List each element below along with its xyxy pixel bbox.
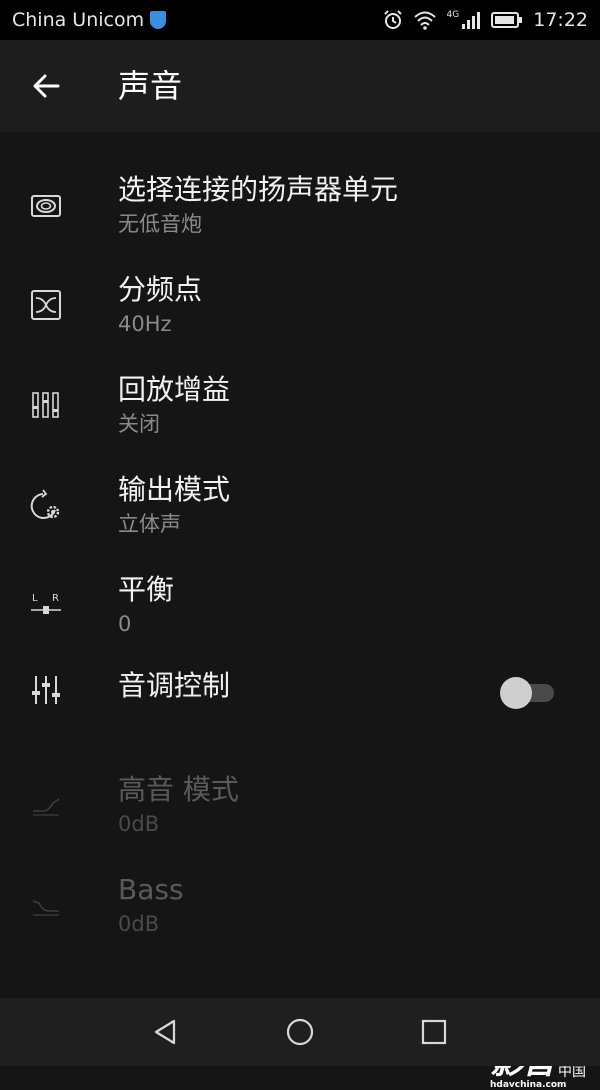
back-triangle-icon bbox=[154, 1019, 176, 1045]
svg-text:R: R bbox=[52, 593, 59, 604]
setting-subtitle: 0dB bbox=[118, 912, 160, 936]
settings-list: 选择连接的扬声器单元 无低音炮 分频点 40Hz 回放增益 关闭 输出模式 立体… bbox=[0, 132, 600, 1090]
setting-playback-gain[interactable]: 回放增益 关闭 bbox=[0, 354, 600, 454]
setting-tone-control[interactable]: 音调控制 bbox=[0, 654, 600, 754]
setting-subtitle: 40Hz bbox=[118, 312, 172, 336]
setting-title: 音调控制 bbox=[118, 669, 231, 702]
recents-square-icon bbox=[421, 1019, 447, 1045]
tone-control-toggle[interactable] bbox=[500, 677, 556, 709]
nav-recents-button[interactable] bbox=[414, 1012, 454, 1052]
setting-title: 回放增益 bbox=[118, 373, 231, 406]
setting-bass: Bass 0dB bbox=[0, 854, 600, 954]
bass-icon bbox=[26, 885, 66, 925]
svg-text:L: L bbox=[32, 593, 38, 604]
setting-treble: 高音 模式 0dB bbox=[0, 754, 600, 854]
setting-crossover[interactable]: 分频点 40Hz bbox=[0, 254, 600, 354]
setting-subtitle: 0 bbox=[118, 612, 132, 636]
setting-subtitle: 无低音炮 bbox=[118, 212, 202, 236]
output-mode-icon bbox=[26, 485, 66, 525]
setting-title: 分频点 bbox=[118, 273, 203, 306]
signal-icon bbox=[461, 10, 481, 30]
equalizer-sliders-icon bbox=[26, 670, 66, 710]
speaker-unit-icon bbox=[26, 186, 66, 226]
home-circle-icon bbox=[286, 1018, 314, 1046]
status-right: 4G 17:22 bbox=[383, 9, 588, 31]
setting-balance[interactable]: L R 平衡 0 bbox=[0, 554, 600, 654]
status-time: 17:22 bbox=[533, 9, 588, 31]
nav-home-button[interactable] bbox=[280, 1012, 320, 1052]
crossover-icon bbox=[26, 285, 66, 325]
page-title: 声音 bbox=[118, 67, 183, 105]
watermark-url-text: hdavchina.com bbox=[490, 1080, 567, 1090]
setting-subtitle: 立体声 bbox=[118, 512, 181, 536]
treble-icon bbox=[26, 785, 66, 825]
alarm-icon bbox=[383, 10, 403, 30]
wifi-icon bbox=[413, 10, 437, 30]
toggle-thumb bbox=[500, 677, 532, 709]
setting-subtitle: 关闭 bbox=[118, 412, 160, 436]
setting-title: 高音 模式 bbox=[118, 773, 239, 806]
setting-title: Bass bbox=[118, 873, 184, 906]
setting-title: 选择连接的扬声器单元 bbox=[118, 173, 399, 206]
network-type-label: 4G bbox=[446, 10, 460, 20]
system-nav-bar bbox=[0, 998, 600, 1066]
playback-gain-icon bbox=[26, 385, 66, 425]
status-left: China Unicom bbox=[12, 9, 167, 31]
back-button[interactable] bbox=[24, 64, 68, 108]
watermark-cn-text: 中国 bbox=[558, 1064, 586, 1080]
balance-icon: L R bbox=[26, 585, 66, 625]
status-bar: China Unicom 4G 17:22 bbox=[0, 0, 600, 40]
setting-title: 平衡 bbox=[118, 573, 175, 606]
setting-title: 输出模式 bbox=[118, 473, 231, 506]
battery-icon bbox=[491, 11, 523, 29]
app-bar: 声音 bbox=[0, 40, 600, 132]
arrow-left-icon bbox=[33, 74, 60, 98]
nav-back-button[interactable] bbox=[146, 1012, 186, 1052]
setting-speaker-unit[interactable]: 选择连接的扬声器单元 无低音炮 bbox=[0, 154, 600, 254]
carrier-name: China Unicom bbox=[12, 9, 145, 31]
setting-output-mode[interactable]: 输出模式 立体声 bbox=[0, 454, 600, 554]
setting-subtitle: 0dB bbox=[118, 812, 160, 836]
carrier-shield-icon bbox=[150, 11, 167, 29]
